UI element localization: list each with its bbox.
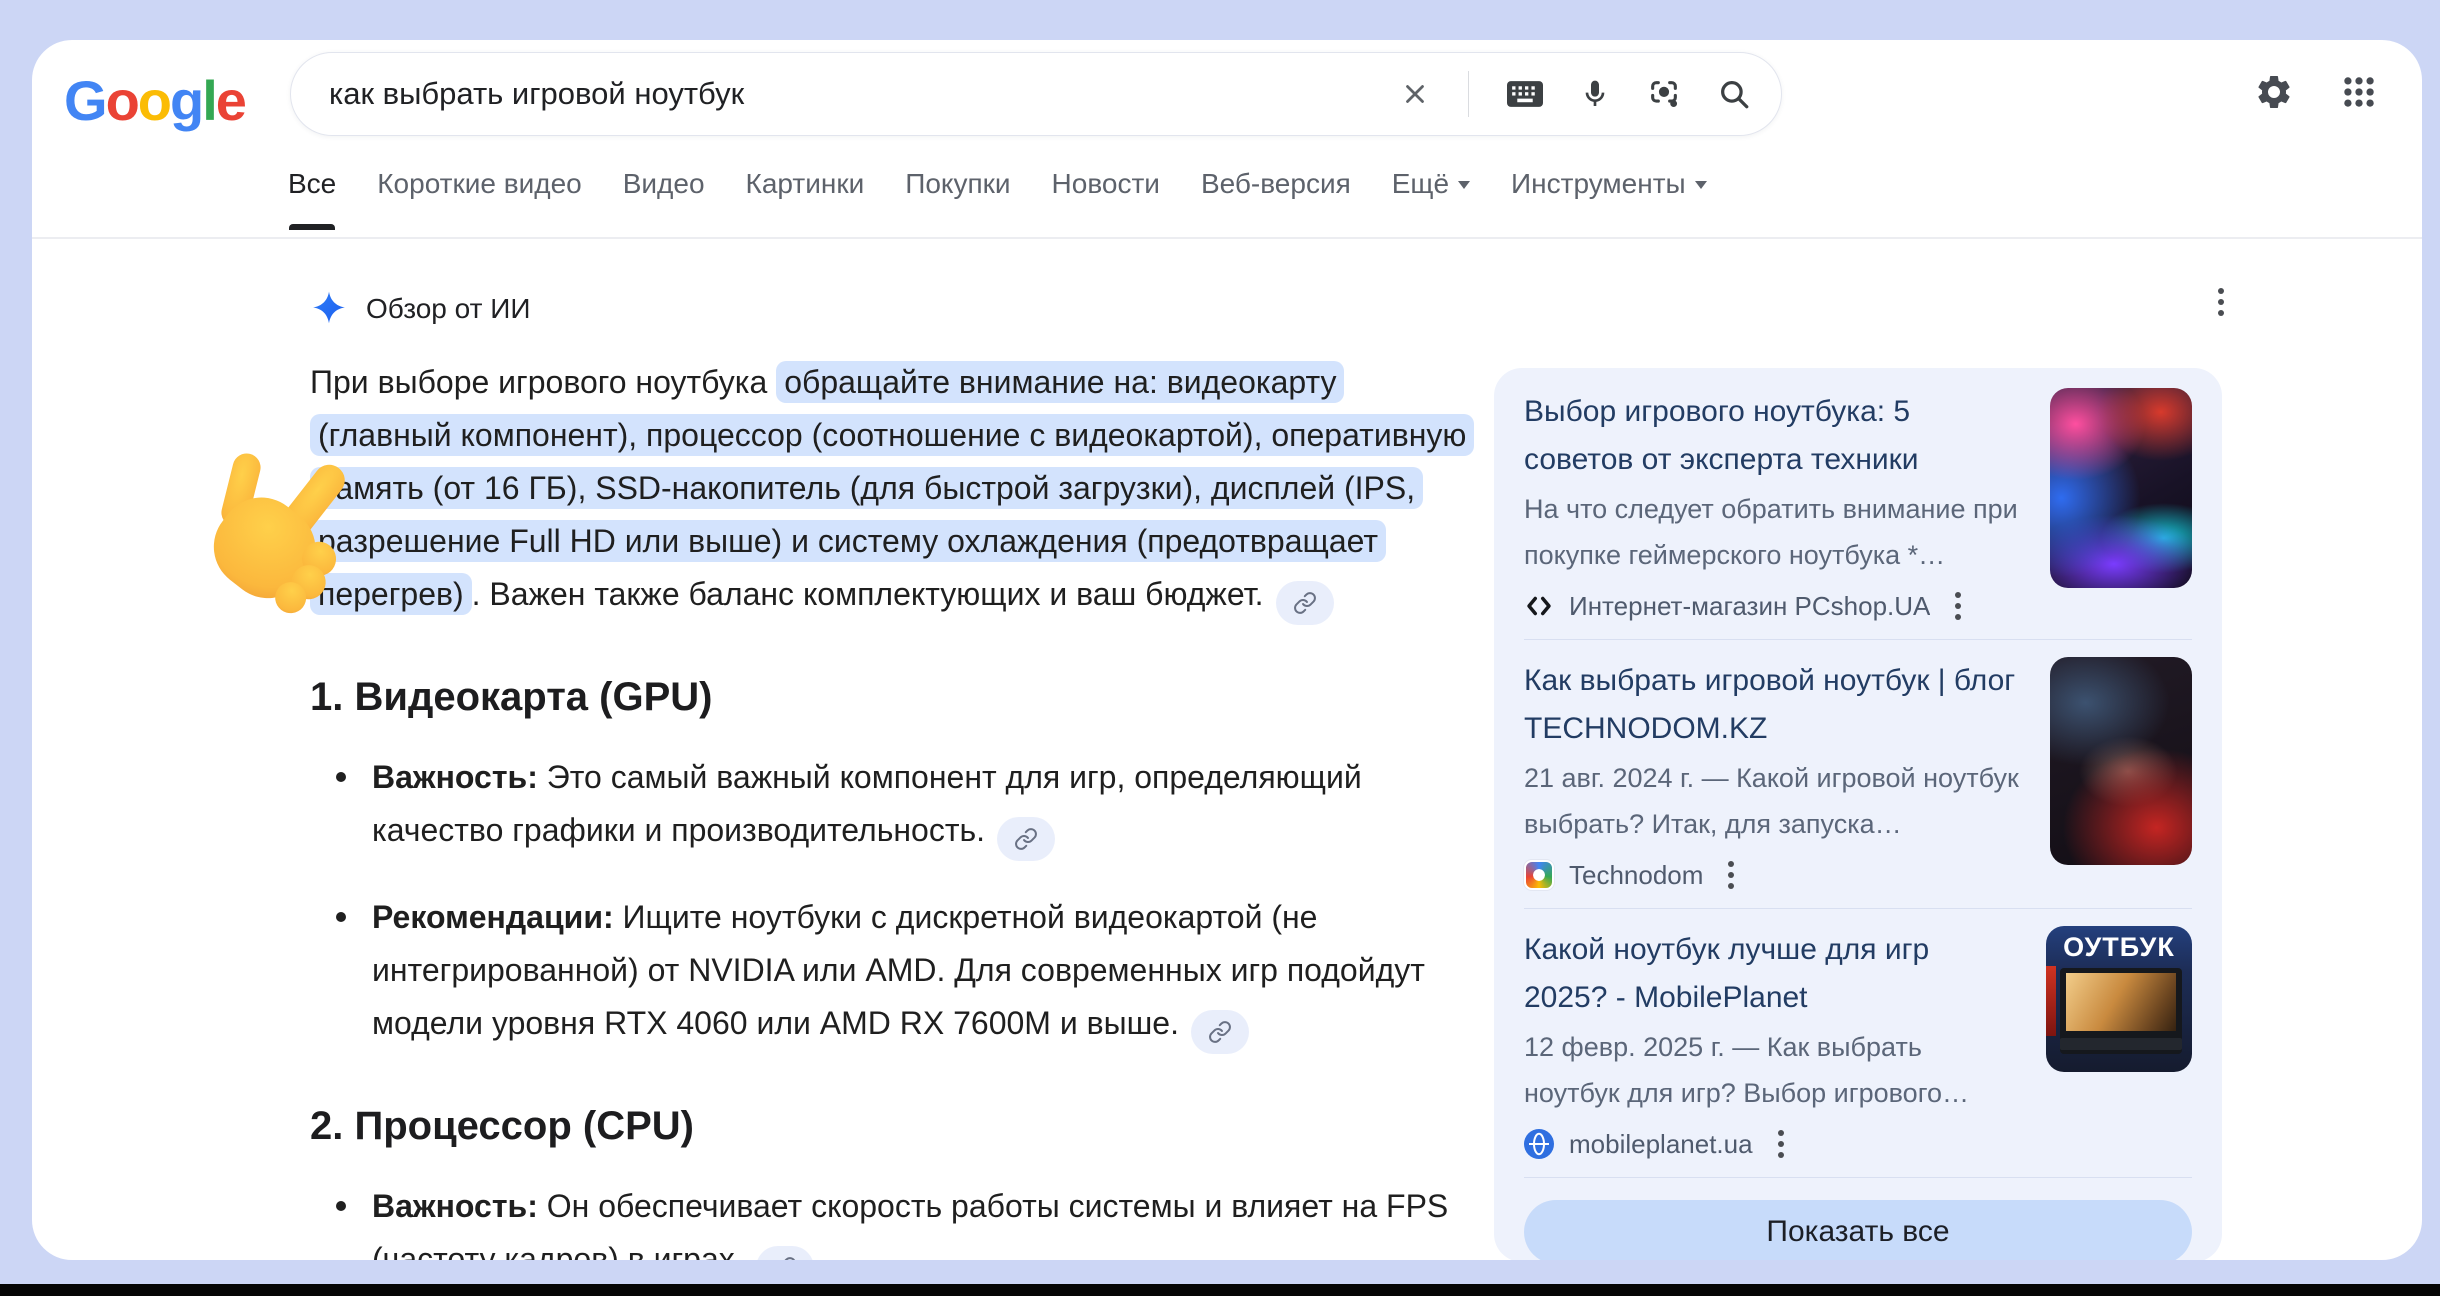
citation-link-icon[interactable] <box>1276 581 1334 625</box>
source-card-3[interactable]: Какой ноутбук лучше для игр 2025? - Mobi… <box>1524 926 2192 1160</box>
ai-overview-intro: При выборе игрового ноутбука обращайте в… <box>310 356 1476 625</box>
citation-link-icon[interactable] <box>997 817 1055 861</box>
source-snippet: 12 февр. 2025 г. — Как выбрать ноутбук д… <box>1524 1024 2020 1116</box>
list-item: Важность: Он обеспечивает скорость работ… <box>310 1180 1476 1260</box>
intro-text: При выборе игрового ноутбука <box>310 364 776 400</box>
search-icon[interactable] <box>1717 77 1751 111</box>
ai-overview-body: При выборе игрового ноутбука обращайте в… <box>310 356 1476 1260</box>
panel-divider <box>1524 639 2192 640</box>
tabs-divider <box>32 237 2422 239</box>
chevron-down-icon <box>1458 181 1470 195</box>
source-thumbnail[interactable]: ОУТБУК <box>2046 926 2192 1072</box>
chevron-down-icon <box>1695 181 1707 195</box>
card-more-icon[interactable] <box>1945 588 1971 624</box>
search-divider <box>1468 71 1469 117</box>
tab-more[interactable]: Ещё <box>1392 168 1470 230</box>
cpu-bullet-list: Важность: Он обеспечивает скорость работ… <box>310 1180 1476 1260</box>
results-page-card: Google как выбрать игровой ноутбук <box>32 40 2422 1260</box>
logo-letter: o <box>106 69 138 132</box>
card-more-icon[interactable] <box>1718 857 1744 893</box>
list-item: Важность: Это самый важный компонент для… <box>310 751 1476 861</box>
tab-all[interactable]: Все <box>288 168 336 230</box>
logo-letter: o <box>138 69 170 132</box>
logo-letter: e <box>216 69 245 132</box>
tab-news[interactable]: Новости <box>1052 168 1160 230</box>
citation-link-icon[interactable] <box>756 1246 814 1260</box>
mic-icon[interactable] <box>1579 78 1611 110</box>
source-snippet: 21 авг. 2024 г. — Какой игровой ноутбук … <box>1524 755 2024 847</box>
tab-videos[interactable]: Видео <box>623 168 705 230</box>
sources-panel: Выбор игрового ноутбука: 5 советов от эк… <box>1494 368 2222 1260</box>
logo-letter: l <box>202 69 216 132</box>
tab-shopping[interactable]: Покупки <box>905 168 1010 230</box>
google-logo[interactable]: Google <box>64 68 245 133</box>
gemini-sparkle-icon <box>310 290 348 328</box>
list-item: Рекомендации: Ищите ноутбуки с дискретно… <box>310 891 1476 1054</box>
section-heading-gpu: 1. Видеокарта (GPU) <box>310 673 1476 721</box>
gear-icon[interactable] <box>2254 72 2294 112</box>
globe-icon <box>1524 1129 1554 1159</box>
ai-overview-header: Обзор от ИИ <box>310 290 530 328</box>
source-name: Technodom <box>1569 860 1703 891</box>
card-more-icon[interactable] <box>1768 1126 1794 1162</box>
search-input[interactable]: как выбрать игровой ноутбук <box>329 76 1400 112</box>
clear-icon[interactable] <box>1400 79 1430 109</box>
source-snippet: На что следует обратить внимание при пок… <box>1524 486 2024 578</box>
section-heading-cpu: 2. Процессор (CPU) <box>310 1102 1476 1150</box>
tab-images[interactable]: Картинки <box>746 168 865 230</box>
logo-letter: G <box>64 69 106 132</box>
panel-divider <box>1524 1177 2192 1178</box>
code-brackets-icon <box>1524 591 1554 621</box>
ai-overview-title: Обзор от ИИ <box>366 293 530 325</box>
source-thumbnail[interactable] <box>2050 388 2192 588</box>
source-title[interactable]: Какой ноутбук лучше для игр 2025? - Mobi… <box>1524 926 2020 1022</box>
apps-grid-icon[interactable] <box>2340 73 2378 111</box>
source-thumbnail[interactable] <box>2050 657 2192 865</box>
show-all-button[interactable]: Показать все <box>1524 1200 2192 1260</box>
technodom-rainbow-icon <box>1524 860 1554 890</box>
gpu-bullet-list: Важность: Это самый важный компонент для… <box>310 751 1476 1054</box>
source-name: mobileplanet.ua <box>1569 1129 1753 1160</box>
thumbnail-banner-text: ОУТБУК <box>2046 932 2192 963</box>
citation-link-icon[interactable] <box>1191 1010 1249 1054</box>
source-card-1[interactable]: Выбор игрового ноутбука: 5 советов от эк… <box>1524 388 2192 622</box>
source-title[interactable]: Выбор игрового ноутбука: 5 советов от эк… <box>1524 388 2024 484</box>
result-tabs: Все Короткие видео Видео Картинки Покупк… <box>288 168 1707 230</box>
logo-letter: g <box>170 69 202 132</box>
tab-short-videos[interactable]: Короткие видео <box>377 168 581 230</box>
panel-divider <box>1524 908 2192 909</box>
source-title[interactable]: Как выбрать игровой ноутбук | блог TECHN… <box>1524 657 2024 753</box>
intro-text: . Важен также баланс комплектующих и ваш… <box>472 576 1264 612</box>
screen-bottom-edge <box>0 1284 2440 1296</box>
tab-web[interactable]: Веб-версия <box>1201 168 1351 230</box>
tab-tools[interactable]: Инструменты <box>1511 168 1707 230</box>
ai-overview-more-icon[interactable] <box>2208 284 2234 320</box>
keyboard-icon[interactable] <box>1507 81 1543 107</box>
source-name: Интернет-магазин PCshop.UA <box>1569 591 1930 622</box>
source-card-2[interactable]: Как выбрать игровой ноутбук | блог TECHN… <box>1524 657 2192 891</box>
search-bar[interactable]: как выбрать игровой ноутбук <box>290 52 1782 136</box>
lens-icon[interactable] <box>1647 77 1681 111</box>
